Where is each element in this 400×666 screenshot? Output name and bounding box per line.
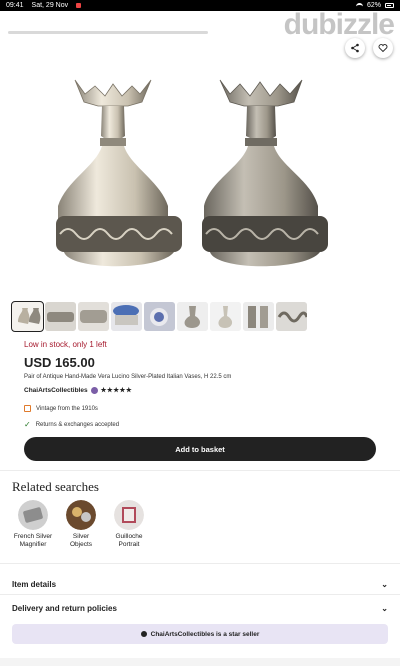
notification-icon	[76, 3, 82, 8]
thumbnail-5[interactable]	[144, 302, 175, 331]
thumbnail-7[interactable]	[210, 302, 241, 331]
thumbnail-image	[78, 302, 109, 331]
thumbnail-9[interactable]	[276, 302, 307, 331]
item-details-label: Item details	[12, 579, 57, 589]
thumbnail-4[interactable]	[111, 302, 142, 331]
thumbnail-6[interactable]	[177, 302, 208, 331]
thumbnail-2[interactable]	[45, 302, 76, 331]
related-item-image	[66, 500, 96, 530]
thumbnail-image	[144, 302, 175, 331]
related-item-label: Guilloche Portrait	[115, 533, 143, 549]
vases-image	[56, 79, 328, 267]
price: USD 165.00	[24, 355, 95, 370]
feature-vintage: Vintage from the 1910s	[24, 405, 98, 412]
divider	[0, 594, 400, 595]
rating-stars: ★★★★★	[100, 387, 133, 394]
chevron-down-icon: ⌄	[381, 579, 388, 589]
seller-name[interactable]: ChaiArtsCollectibles	[24, 387, 88, 394]
related-item-guilloche-portrait[interactable]: Guilloche Portrait	[99, 500, 159, 550]
share-button[interactable]	[345, 38, 365, 58]
divider	[0, 470, 400, 471]
feature-returns: ✓ Returns & exchanges accepted	[24, 420, 119, 429]
related-item-label: French Silver Magnifier	[13, 533, 53, 549]
thumbnail-image	[177, 302, 208, 331]
item-details-accordion[interactable]: Item details ⌄	[0, 573, 400, 595]
scroll-indicator	[8, 31, 208, 34]
listing-title: Pair of Antique Hand-Made Vera Lucino Si…	[24, 374, 232, 380]
divider	[0, 563, 400, 564]
add-to-basket-button[interactable]: Add to basket	[24, 437, 376, 461]
feature-returns-label: Returns & exchanges accepted	[35, 421, 120, 428]
related-item-image	[18, 500, 48, 530]
tag-icon	[24, 405, 31, 412]
check-icon: ✓	[24, 420, 31, 429]
related-searches-heading: Related searches	[12, 479, 99, 494]
status-time: 09:41	[6, 2, 24, 9]
delivery-policies-label: Delivery and return policies	[12, 603, 117, 613]
chevron-down-icon: ⌄	[381, 603, 388, 613]
related-item-label: Silver Objects	[69, 533, 93, 549]
listing-main-image[interactable]	[50, 66, 350, 296]
thumbnail-image	[12, 302, 43, 331]
thumbnail-image	[45, 302, 76, 331]
share-icon	[351, 43, 359, 53]
star-seller-banner-text: ChaiArtsCollectibles is a star seller	[150, 630, 260, 638]
favorite-button[interactable]	[373, 38, 393, 58]
feature-vintage-label: Vintage from the 1910s	[36, 405, 98, 412]
thumbnail-image	[210, 302, 241, 331]
thumbnail-strip	[11, 301, 307, 332]
thumbnail-image	[111, 302, 142, 331]
delivery-policies-accordion[interactable]: Delivery and return policies ⌄	[0, 597, 400, 619]
thumbnail-8[interactable]	[243, 302, 274, 331]
status-date: Sat, 29 Nov	[31, 2, 69, 9]
heart-icon	[378, 44, 388, 53]
thumbnail-image	[276, 302, 307, 331]
star-seller-icon	[140, 631, 147, 637]
thumbnail-1[interactable]	[11, 301, 44, 332]
seller-row[interactable]: ChaiArtsCollectibles ★★★★★	[24, 386, 132, 394]
related-item-image	[114, 500, 144, 530]
stock-status: Low in stock, only 1 left	[24, 340, 107, 349]
star-seller-icon	[90, 386, 98, 394]
thumbnail-image	[243, 302, 274, 331]
star-seller-banner: ChaiArtsCollectibles is a star seller	[12, 624, 388, 644]
watermark-logo: dubizzle	[283, 8, 395, 41]
bottom-bar	[0, 658, 400, 666]
thumbnail-3[interactable]	[78, 302, 109, 331]
